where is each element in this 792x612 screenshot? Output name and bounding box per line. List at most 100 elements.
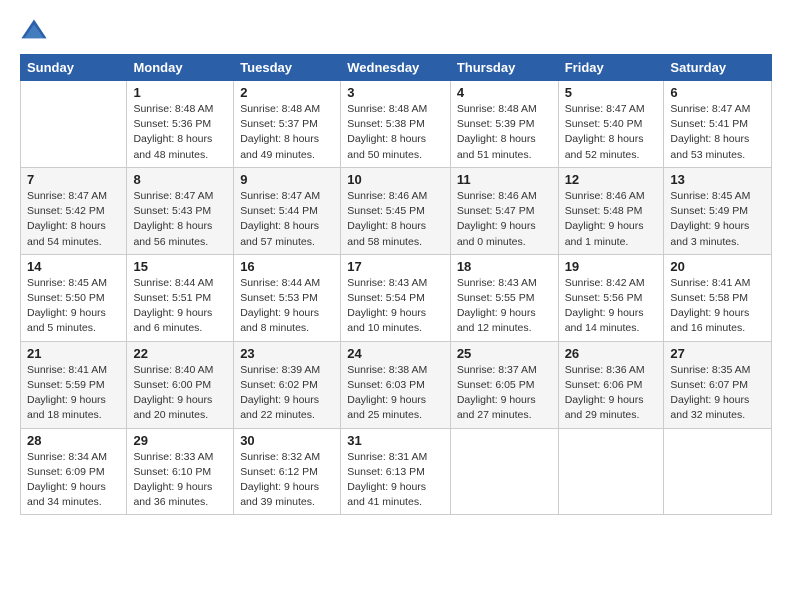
calendar-cell: 5 Sunrise: 8:47 AMSunset: 5:40 PMDaylight… [558, 81, 664, 168]
calendar-cell: 27 Sunrise: 8:35 AMSunset: 6:07 PMDayligh… [664, 341, 772, 428]
weekday-header: Friday [558, 55, 664, 81]
day-number: 18 [457, 259, 552, 274]
day-info: Sunrise: 8:48 AMSunset: 5:38 PMDaylight:… [347, 102, 444, 163]
day-info: Sunrise: 8:48 AMSunset: 5:37 PMDaylight:… [240, 102, 334, 163]
day-info: Sunrise: 8:40 AMSunset: 6:00 PMDaylight:… [133, 363, 227, 424]
calendar-cell: 20 Sunrise: 8:41 AMSunset: 5:58 PMDayligh… [664, 254, 772, 341]
day-number: 1 [133, 85, 227, 100]
calendar-cell: 14 Sunrise: 8:45 AMSunset: 5:50 PMDayligh… [21, 254, 127, 341]
day-info: Sunrise: 8:48 AMSunset: 5:39 PMDaylight:… [457, 102, 552, 163]
calendar-cell: 21 Sunrise: 8:41 AMSunset: 5:59 PMDayligh… [21, 341, 127, 428]
day-number: 10 [347, 172, 444, 187]
calendar-week-row: 1 Sunrise: 8:48 AMSunset: 5:36 PMDaylight… [21, 81, 772, 168]
header [20, 16, 772, 44]
day-number: 13 [670, 172, 765, 187]
calendar-week-row: 14 Sunrise: 8:45 AMSunset: 5:50 PMDayligh… [21, 254, 772, 341]
calendar-cell: 18Sunrise: 8:43 AMSunset: 5:55 PMDayligh… [450, 254, 558, 341]
calendar-cell: 15 Sunrise: 8:44 AMSunset: 5:51 PMDayligh… [127, 254, 234, 341]
calendar-cell: 6Sunrise: 8:47 AMSunset: 5:41 PMDaylight… [664, 81, 772, 168]
day-info: Sunrise: 8:44 AMSunset: 5:53 PMDaylight:… [240, 276, 334, 337]
calendar-cell: 22Sunrise: 8:40 AMSunset: 6:00 PMDayligh… [127, 341, 234, 428]
day-info: Sunrise: 8:43 AMSunset: 5:54 PMDaylight:… [347, 276, 444, 337]
day-number: 21 [27, 346, 120, 361]
day-info: Sunrise: 8:44 AMSunset: 5:51 PMDaylight:… [133, 276, 227, 337]
day-info: Sunrise: 8:47 AMSunset: 5:43 PMDaylight:… [133, 189, 227, 250]
day-info: Sunrise: 8:46 AMSunset: 5:45 PMDaylight:… [347, 189, 444, 250]
calendar-cell: 1 Sunrise: 8:48 AMSunset: 5:36 PMDaylight… [127, 81, 234, 168]
day-info: Sunrise: 8:48 AMSunset: 5:36 PMDaylight:… [133, 102, 227, 163]
day-number: 8 [133, 172, 227, 187]
logo-icon [20, 16, 48, 44]
calendar-cell: 11 Sunrise: 8:46 AMSunset: 5:47 PMDayligh… [450, 167, 558, 254]
day-number: 7 [27, 172, 120, 187]
calendar-cell [21, 81, 127, 168]
calendar-cell [558, 428, 664, 515]
calendar-cell [664, 428, 772, 515]
day-info: Sunrise: 8:46 AMSunset: 5:47 PMDaylight:… [457, 189, 552, 250]
calendar-cell: 28Sunrise: 8:34 AMSunset: 6:09 PMDayligh… [21, 428, 127, 515]
calendar-week-row: 21 Sunrise: 8:41 AMSunset: 5:59 PMDayligh… [21, 341, 772, 428]
day-info: Sunrise: 8:47 AMSunset: 5:42 PMDaylight:… [27, 189, 120, 250]
calendar-cell: 26 Sunrise: 8:36 AMSunset: 6:06 PMDayligh… [558, 341, 664, 428]
calendar-cell: 10 Sunrise: 8:46 AMSunset: 5:45 PMDayligh… [341, 167, 451, 254]
day-number: 14 [27, 259, 120, 274]
calendar-cell: 7 Sunrise: 8:47 AMSunset: 5:42 PMDaylight… [21, 167, 127, 254]
day-number: 17 [347, 259, 444, 274]
day-info: Sunrise: 8:35 AMSunset: 6:07 PMDaylight:… [670, 363, 765, 424]
calendar-cell: 24 Sunrise: 8:38 AMSunset: 6:03 PMDayligh… [341, 341, 451, 428]
day-info: Sunrise: 8:45 AMSunset: 5:50 PMDaylight:… [27, 276, 120, 337]
calendar-cell: 13Sunrise: 8:45 AMSunset: 5:49 PMDayligh… [664, 167, 772, 254]
calendar-cell: 12Sunrise: 8:46 AMSunset: 5:48 PMDayligh… [558, 167, 664, 254]
day-number: 12 [565, 172, 658, 187]
calendar-header-row: SundayMondayTuesdayWednesdayThursdayFrid… [21, 55, 772, 81]
logo [20, 16, 50, 44]
calendar-cell: 23 Sunrise: 8:39 AMSunset: 6:02 PMDayligh… [234, 341, 341, 428]
day-info: Sunrise: 8:41 AMSunset: 5:58 PMDaylight:… [670, 276, 765, 337]
calendar-cell: 9Sunrise: 8:47 AMSunset: 5:44 PMDaylight… [234, 167, 341, 254]
day-info: Sunrise: 8:33 AMSunset: 6:10 PMDaylight:… [133, 450, 227, 511]
day-number: 19 [565, 259, 658, 274]
day-info: Sunrise: 8:36 AMSunset: 6:06 PMDaylight:… [565, 363, 658, 424]
calendar-table: SundayMondayTuesdayWednesdayThursdayFrid… [20, 54, 772, 515]
day-number: 16 [240, 259, 334, 274]
calendar-week-row: 7 Sunrise: 8:47 AMSunset: 5:42 PMDaylight… [21, 167, 772, 254]
day-info: Sunrise: 8:37 AMSunset: 6:05 PMDaylight:… [457, 363, 552, 424]
weekday-header: Wednesday [341, 55, 451, 81]
day-info: Sunrise: 8:31 AMSunset: 6:13 PMDaylight:… [347, 450, 444, 511]
day-number: 5 [565, 85, 658, 100]
calendar-cell: 25 Sunrise: 8:37 AMSunset: 6:05 PMDayligh… [450, 341, 558, 428]
weekday-header: Saturday [664, 55, 772, 81]
day-number: 3 [347, 85, 444, 100]
page: SundayMondayTuesdayWednesdayThursdayFrid… [0, 0, 792, 612]
day-number: 30 [240, 433, 334, 448]
calendar-cell: 17 Sunrise: 8:43 AMSunset: 5:54 PMDayligh… [341, 254, 451, 341]
day-info: Sunrise: 8:47 AMSunset: 5:41 PMDaylight:… [670, 102, 765, 163]
day-info: Sunrise: 8:39 AMSunset: 6:02 PMDaylight:… [240, 363, 334, 424]
day-number: 15 [133, 259, 227, 274]
day-info: Sunrise: 8:47 AMSunset: 5:40 PMDaylight:… [565, 102, 658, 163]
day-number: 11 [457, 172, 552, 187]
day-info: Sunrise: 8:38 AMSunset: 6:03 PMDaylight:… [347, 363, 444, 424]
calendar-cell: 19 Sunrise: 8:42 AMSunset: 5:56 PMDayligh… [558, 254, 664, 341]
day-info: Sunrise: 8:47 AMSunset: 5:44 PMDaylight:… [240, 189, 334, 250]
day-number: 28 [27, 433, 120, 448]
calendar-week-row: 28Sunrise: 8:34 AMSunset: 6:09 PMDayligh… [21, 428, 772, 515]
day-info: Sunrise: 8:32 AMSunset: 6:12 PMDaylight:… [240, 450, 334, 511]
calendar-cell: 29 Sunrise: 8:33 AMSunset: 6:10 PMDayligh… [127, 428, 234, 515]
calendar-cell: 30 Sunrise: 8:32 AMSunset: 6:12 PMDayligh… [234, 428, 341, 515]
calendar-cell: 8 Sunrise: 8:47 AMSunset: 5:43 PMDaylight… [127, 167, 234, 254]
day-number: 26 [565, 346, 658, 361]
calendar-cell: 2Sunrise: 8:48 AMSunset: 5:37 PMDaylight… [234, 81, 341, 168]
day-number: 23 [240, 346, 334, 361]
day-number: 27 [670, 346, 765, 361]
day-info: Sunrise: 8:41 AMSunset: 5:59 PMDaylight:… [27, 363, 120, 424]
calendar-cell [450, 428, 558, 515]
day-info: Sunrise: 8:42 AMSunset: 5:56 PMDaylight:… [565, 276, 658, 337]
day-number: 29 [133, 433, 227, 448]
calendar-cell: 3 Sunrise: 8:48 AMSunset: 5:38 PMDaylight… [341, 81, 451, 168]
day-number: 25 [457, 346, 552, 361]
day-number: 24 [347, 346, 444, 361]
weekday-header: Sunday [21, 55, 127, 81]
day-number: 20 [670, 259, 765, 274]
weekday-header: Monday [127, 55, 234, 81]
